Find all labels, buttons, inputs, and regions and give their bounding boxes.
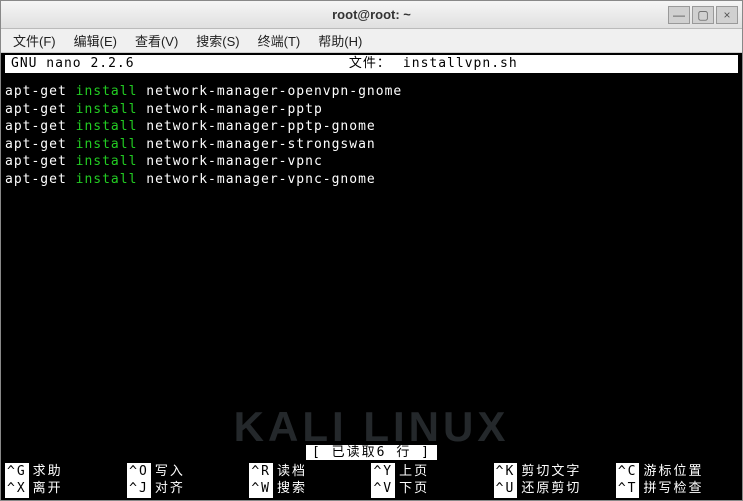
terminal-area[interactable]: GNU nano 2.2.6 文件： installvpn.sh apt-get… bbox=[1, 53, 742, 500]
window-controls: — ▢ × bbox=[668, 6, 738, 24]
nano-version: GNU nano 2.2.6 bbox=[11, 55, 135, 73]
shortcut-bar: ^G求助 ^O写入 ^R读档 ^Y上页 ^K剪切文字 ^C游标位置 ^X离开 ^… bbox=[1, 463, 742, 500]
minimize-button[interactable]: — bbox=[668, 6, 690, 24]
shortcut-search[interactable]: ^W搜索 bbox=[249, 480, 371, 498]
nano-file-label: 文件： bbox=[349, 55, 391, 73]
menu-file[interactable]: 文件(F) bbox=[9, 29, 60, 52]
shortcut-writeout[interactable]: ^O写入 bbox=[127, 463, 249, 481]
editor-line: apt-get install network-manager-pptp bbox=[5, 101, 738, 119]
status-message: [ 已读取6 行 ] bbox=[306, 445, 437, 460]
menu-terminal[interactable]: 终端(T) bbox=[254, 29, 305, 52]
status-line: [ 已读取6 行 ] bbox=[1, 444, 742, 462]
editor-line: apt-get install network-manager-vpnc bbox=[5, 153, 738, 171]
window-title: root@root: ~ bbox=[1, 7, 742, 22]
shortcut-readfile[interactable]: ^R读档 bbox=[249, 463, 371, 481]
maximize-button[interactable]: ▢ bbox=[692, 6, 714, 24]
editor-body[interactable]: apt-get install network-manager-openvpn-… bbox=[5, 73, 738, 188]
menu-edit[interactable]: 编辑(E) bbox=[70, 29, 121, 52]
editor-line: apt-get install network-manager-vpnc-gno… bbox=[5, 171, 738, 189]
shortcut-spell[interactable]: ^T拼写检查 bbox=[616, 480, 738, 498]
menu-view[interactable]: 查看(V) bbox=[131, 29, 182, 52]
shortcut-nextpage[interactable]: ^V下页 bbox=[371, 480, 493, 498]
editor-line: apt-get install network-manager-pptp-gno… bbox=[5, 118, 738, 136]
nano-filename: installvpn.sh bbox=[403, 55, 518, 73]
editor-line: apt-get install network-manager-strongsw… bbox=[5, 136, 738, 154]
shortcut-uncut[interactable]: ^U还原剪切 bbox=[494, 480, 616, 498]
terminal-window: root@root: ~ — ▢ × 文件(F) 编辑(E) 查看(V) 搜索(… bbox=[0, 0, 743, 501]
shortcut-curpos[interactable]: ^C游标位置 bbox=[616, 463, 738, 481]
menu-search[interactable]: 搜索(S) bbox=[192, 29, 243, 52]
close-button[interactable]: × bbox=[716, 6, 738, 24]
nano-header: GNU nano 2.2.6 文件： installvpn.sh bbox=[5, 55, 738, 73]
shortcut-prevpage[interactable]: ^Y上页 bbox=[371, 463, 493, 481]
shortcut-exit[interactable]: ^X离开 bbox=[5, 480, 127, 498]
shortcut-help[interactable]: ^G求助 bbox=[5, 463, 127, 481]
titlebar[interactable]: root@root: ~ — ▢ × bbox=[1, 1, 742, 29]
shortcut-cut[interactable]: ^K剪切文字 bbox=[494, 463, 616, 481]
menu-help[interactable]: 帮助(H) bbox=[314, 29, 366, 52]
menubar: 文件(F) 编辑(E) 查看(V) 搜索(S) 终端(T) 帮助(H) bbox=[1, 29, 742, 53]
shortcut-justify[interactable]: ^J对齐 bbox=[127, 480, 249, 498]
editor-line: apt-get install network-manager-openvpn-… bbox=[5, 83, 738, 101]
